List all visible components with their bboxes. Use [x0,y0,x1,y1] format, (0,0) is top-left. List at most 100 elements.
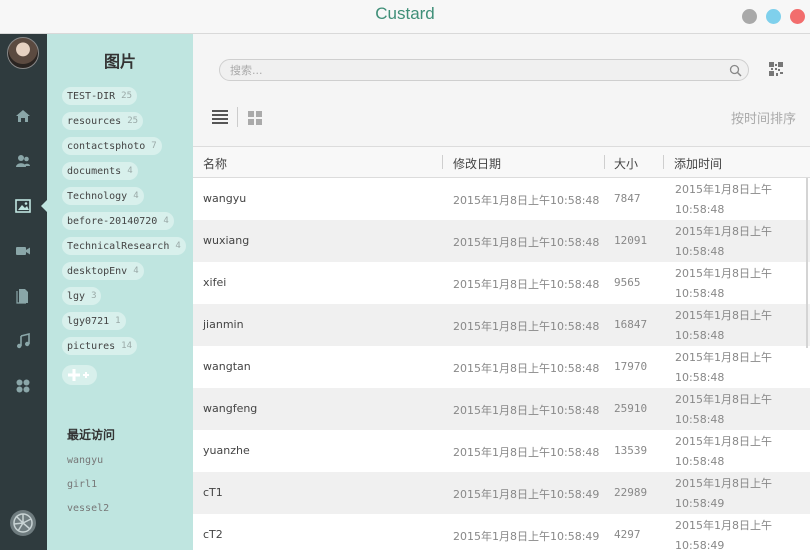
cell-name: yuanzhe [203,444,250,457]
tag-label: documents [67,165,122,177]
cell-size: 25910 [614,402,648,415]
cell-name: wuxiang [203,234,250,247]
tag-count: 3 [91,291,97,301]
cell-name: jianmin [203,318,244,331]
column-header-added[interactable]: 添加时间 [674,155,722,172]
sort-by-time-button[interactable]: 按时间排序 [731,108,796,127]
contacts-icon[interactable] [14,152,32,170]
column-header-name[interactable]: 名称 [203,155,227,172]
tag-label: contactsphoto [67,140,146,152]
cell-modified: 2015年1月8日上午10:58:48 [453,320,600,333]
qr-code-icon[interactable] [768,61,784,77]
recent-item[interactable]: girl1 [67,479,97,490]
tag-count: 25 [127,116,139,126]
avatar[interactable] [7,37,39,69]
tag-item[interactable]: lgy 3 [62,287,102,305]
tag-item[interactable]: lgy0721 1 [62,312,126,330]
table-row[interactable]: xifei 2015年1月8日上午10:58:48 9565 2015年1月8日… [193,262,810,304]
cell-name: wangfeng [203,402,258,415]
tag-label: TEST-DIR [67,90,116,102]
minimize-button[interactable] [742,9,757,24]
table-row[interactable]: cT1 2015年1月8日上午10:58:49 22989 2015年1月8日上… [193,472,810,514]
tag-item[interactable]: resources 25 [62,112,144,130]
tag-count: 4 [133,266,139,276]
tag-item[interactable]: TechnicalResearch 4 [62,237,186,255]
tag-label: before-20140720 [67,215,158,227]
cell-added: 2015年1月8日上午10:58:48 [675,225,772,258]
table-row[interactable]: wuxiang 2015年1月8日上午10:58:48 12091 2015年1… [193,220,810,262]
cell-size: 17970 [614,360,648,373]
cell-modified: 2015年1月8日上午10:58:48 [453,236,600,249]
table-row[interactable]: cT2 2015年1月8日上午10:58:49 4297 2015年1月8日上午… [193,514,810,550]
table-row[interactable]: yuanzhe 2015年1月8日上午10:58:48 13539 2015年1… [193,430,810,472]
cell-name: wangtan [203,360,251,373]
cell-modified: 2015年1月8日上午10:58:48 [453,194,600,207]
document-icon[interactable] [14,287,32,305]
video-icon[interactable] [14,242,32,260]
category-sidebar: 图片 TEST-DIR 25 resources 25 contactsphoto 7… [47,34,193,550]
view-divider [237,107,238,127]
column-header-size[interactable]: 大小 [614,155,638,172]
column-divider[interactable] [442,155,443,169]
tag-item[interactable]: Technology 4 [62,187,144,205]
tag-item[interactable]: before-20140720 4 [62,212,174,230]
music-icon[interactable] [14,332,32,350]
maximize-button[interactable] [766,9,781,24]
list-view-icon[interactable] [212,110,228,124]
add-tag-icon [67,369,89,381]
tag-count: 4 [133,191,139,201]
tag-count: 4 [175,241,181,251]
grid-view-icon[interactable] [248,111,262,125]
tag-item[interactable]: desktopEnv 4 [62,262,144,280]
tag-label: desktopEnv [67,265,128,277]
cell-size: 4297 [614,528,641,541]
cell-modified: 2015年1月8日上午10:58:49 [453,488,600,501]
search-icon[interactable] [729,64,742,77]
cell-size: 7847 [614,192,641,205]
recent-item[interactable]: wangyu [67,455,103,466]
table-row[interactable]: wangyu 2015年1月8日上午10:58:48 7847 2015年1月8… [193,178,810,220]
recent-title: 最近访问 [67,428,116,442]
cell-modified: 2015年1月8日上午10:58:49 [453,530,600,543]
cell-size: 9565 [614,276,641,289]
cell-size: 22989 [614,486,648,499]
scrollbar[interactable] [806,178,808,348]
sidebar-title: 图片 [103,52,136,71]
table-row[interactable]: wangtan 2015年1月8日上午10:58:48 17970 2015年1… [193,346,810,388]
cell-added: 2015年1月8日上午10:58:48 [675,351,772,384]
cell-size: 13539 [614,444,648,457]
cell-added: 2015年1月8日上午10:58:48 [675,267,772,300]
add-tag-button[interactable] [62,365,97,385]
tag-count: 1 [115,316,121,326]
cell-name: xifei [203,276,227,289]
cell-added: 2015年1月8日上午10:58:48 [675,435,772,468]
main-panel: 按时间排序 名称 修改日期 大小 添加时间 wangyu 2015年1月8日上午… [193,34,810,550]
tag-count: 25 [121,91,133,101]
cell-added: 2015年1月8日上午10:58:49 [675,519,772,550]
tag-item[interactable]: contactsphoto 7 [62,137,162,155]
cell-added: 2015年1月8日上午10:58:48 [675,309,772,342]
cell-added: 2015年1月8日上午10:58:48 [675,183,772,216]
table-row[interactable]: jianmin 2015年1月8日上午10:58:48 16847 2015年1… [193,304,810,346]
home-icon[interactable] [14,107,32,125]
apps-icon[interactable] [14,377,32,395]
column-header-modified[interactable]: 修改日期 [453,155,501,172]
tag-item[interactable]: documents 4 [62,162,138,180]
tag-label: Technology [67,190,128,202]
close-button[interactable] [790,9,805,24]
column-divider[interactable] [663,155,664,169]
cell-modified: 2015年1月8日上午10:58:48 [453,362,600,375]
table-row[interactable]: wangfeng 2015年1月8日上午10:58:48 25910 2015年… [193,388,810,430]
tag-count: 4 [127,166,133,176]
tag-item[interactable]: TEST-DIR 25 [62,87,138,105]
cell-modified: 2015年1月8日上午10:58:48 [453,278,600,291]
column-divider[interactable] [604,155,605,169]
title-bar: Custard [0,0,810,34]
table-header: 名称 修改日期 大小 添加时间 [193,146,810,178]
window-title: Custard [375,4,435,23]
tag-item[interactable]: pictures 14 [62,337,138,355]
image-icon[interactable] [14,197,32,215]
search-input[interactable] [219,59,749,81]
cell-name: wangyu [203,192,247,205]
recent-item[interactable]: vessel2 [67,503,109,514]
